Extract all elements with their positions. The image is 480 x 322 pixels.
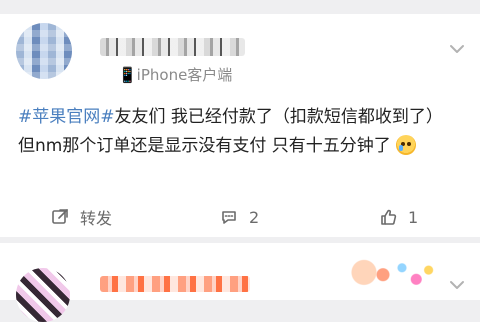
username-obscured[interactable] <box>100 38 245 56</box>
like-count: 1 <box>408 207 419 227</box>
repost-button[interactable]: 转发 <box>50 203 112 231</box>
comment-icon <box>219 207 239 227</box>
comment-count: 2 <box>249 207 260 227</box>
tear-icon <box>399 145 404 151</box>
chevron-down-icon-next-svg <box>450 281 464 289</box>
next-post-decoration <box>345 254 440 300</box>
like-button[interactable]: 1 <box>378 203 418 231</box>
topic-hashtag-link[interactable]: #苹果官网# <box>18 107 115 127</box>
crying-emoji-icon <box>396 135 417 155</box>
chevron-down-icon-svg <box>450 45 464 53</box>
chevron-down-icon[interactable] <box>448 40 466 58</box>
user-avatar[interactable] <box>16 23 72 79</box>
comment-button[interactable]: 2 <box>219 203 259 231</box>
post-actions: 转发 2 1 <box>0 203 480 231</box>
repost-label: 转发 <box>80 209 113 228</box>
next-username-obscured[interactable] <box>100 276 250 292</box>
chevron-down-icon-next[interactable] <box>448 276 466 294</box>
post-content: #苹果官网#友友们 我已经付款了（扣款短信都收到了） 但nm那个订单还是显示没有… <box>18 103 463 161</box>
thumbs-up-icon <box>378 207 398 227</box>
post-meta: 📱iPhone客户端 <box>118 66 233 84</box>
next-user-avatar[interactable] <box>16 268 70 322</box>
top-spacer <box>0 0 480 14</box>
repost-icon <box>50 207 70 227</box>
